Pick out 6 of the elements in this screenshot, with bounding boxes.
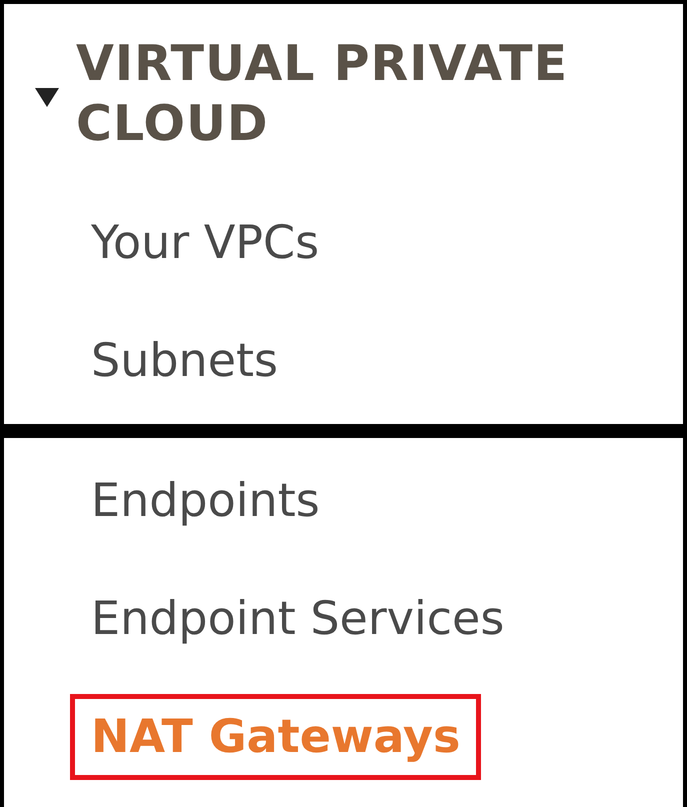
section-title[interactable]: VIRTUAL PRIVATE CLOUD — [76, 34, 683, 154]
nav-link[interactable]: Endpoints — [70, 458, 341, 544]
nav-link[interactable]: Subnets — [70, 318, 300, 404]
caret-icon[interactable] — [34, 86, 60, 108]
nav-link[interactable]: Endpoint Services — [70, 576, 526, 662]
nav-link[interactable]: Your VPCs — [70, 200, 340, 286]
